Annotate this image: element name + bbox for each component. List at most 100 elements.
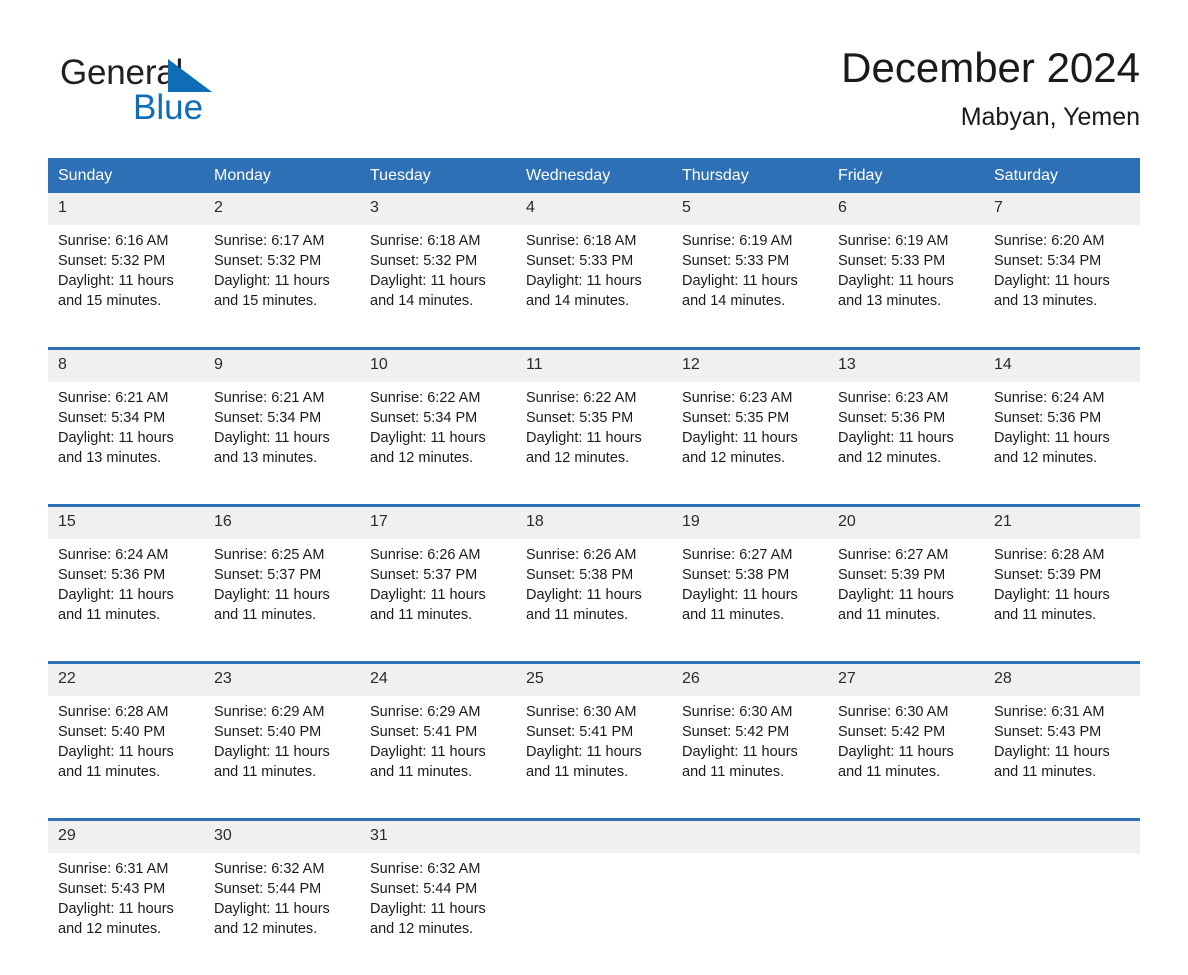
- day-number[interactable]: 11: [516, 349, 672, 383]
- day-number[interactable]: 26: [672, 663, 828, 697]
- day-cell: Sunrise: 6:28 AM Sunset: 5:39 PM Dayligh…: [984, 539, 1140, 663]
- day-number[interactable]: 9: [204, 349, 360, 383]
- day-number-empty: [984, 820, 1140, 854]
- daylight-text-line2: and 11 minutes.: [526, 605, 664, 625]
- day-cell: Sunrise: 6:19 AM Sunset: 5:33 PM Dayligh…: [828, 225, 984, 349]
- day-number-empty: [672, 820, 828, 854]
- week-row: 15 16 17 18 19 20 21 Sunrise: 6:24 AM Su…: [48, 506, 1140, 663]
- sunset-text: Sunset: 5:43 PM: [994, 722, 1132, 742]
- sunrise-text: Sunrise: 6:31 AM: [58, 859, 196, 879]
- sunrise-text: Sunrise: 6:29 AM: [370, 702, 508, 722]
- day-cell: Sunrise: 6:17 AM Sunset: 5:32 PM Dayligh…: [204, 225, 360, 349]
- sunrise-text: Sunrise: 6:23 AM: [838, 388, 976, 408]
- weekday-header-tuesday: Tuesday: [360, 158, 516, 193]
- day-number[interactable]: 10: [360, 349, 516, 383]
- day-number[interactable]: 22: [48, 663, 204, 697]
- day-cell-empty: [984, 853, 1140, 975]
- day-number[interactable]: 12: [672, 349, 828, 383]
- day-cell: Sunrise: 6:26 AM Sunset: 5:38 PM Dayligh…: [516, 539, 672, 663]
- daylight-text-line2: and 15 minutes.: [214, 291, 352, 311]
- sunset-text: Sunset: 5:36 PM: [838, 408, 976, 428]
- day-cell: Sunrise: 6:24 AM Sunset: 5:36 PM Dayligh…: [48, 539, 204, 663]
- sunrise-text: Sunrise: 6:28 AM: [58, 702, 196, 722]
- daylight-text-line2: and 13 minutes.: [838, 291, 976, 311]
- daylight-text-line2: and 11 minutes.: [994, 762, 1132, 782]
- day-number[interactable]: 7: [984, 193, 1140, 225]
- daylight-text-line1: Daylight: 11 hours: [526, 742, 664, 762]
- sunset-text: Sunset: 5:38 PM: [526, 565, 664, 585]
- day-cell: Sunrise: 6:27 AM Sunset: 5:39 PM Dayligh…: [828, 539, 984, 663]
- week-2-date-row: 8 9 10 11 12 13 14: [48, 349, 1140, 383]
- sunset-text: Sunset: 5:36 PM: [994, 408, 1132, 428]
- day-number[interactable]: 28: [984, 663, 1140, 697]
- day-number[interactable]: 20: [828, 506, 984, 540]
- day-number[interactable]: 15: [48, 506, 204, 540]
- sunrise-text: Sunrise: 6:26 AM: [370, 545, 508, 565]
- weekday-header-wednesday: Wednesday: [516, 158, 672, 193]
- day-cell: Sunrise: 6:27 AM Sunset: 5:38 PM Dayligh…: [672, 539, 828, 663]
- day-number[interactable]: 3: [360, 193, 516, 225]
- daylight-text-line2: and 12 minutes.: [994, 448, 1132, 468]
- day-number[interactable]: 18: [516, 506, 672, 540]
- day-number[interactable]: 13: [828, 349, 984, 383]
- sunrise-text: Sunrise: 6:17 AM: [214, 231, 352, 251]
- day-number[interactable]: 25: [516, 663, 672, 697]
- daylight-text-line2: and 14 minutes.: [682, 291, 820, 311]
- day-number[interactable]: 1: [48, 193, 204, 225]
- sunrise-text: Sunrise: 6:22 AM: [526, 388, 664, 408]
- month-calendar: Sunday Monday Tuesday Wednesday Thursday…: [48, 158, 1140, 975]
- day-cell: Sunrise: 6:23 AM Sunset: 5:36 PM Dayligh…: [828, 382, 984, 506]
- weekday-header-row: Sunday Monday Tuesday Wednesday Thursday…: [48, 158, 1140, 193]
- day-number[interactable]: 29: [48, 820, 204, 854]
- sunrise-text: Sunrise: 6:29 AM: [214, 702, 352, 722]
- daylight-text-line2: and 12 minutes.: [370, 448, 508, 468]
- daylight-text-line1: Daylight: 11 hours: [214, 271, 352, 291]
- daylight-text-line1: Daylight: 11 hours: [838, 742, 976, 762]
- sunset-text: Sunset: 5:42 PM: [682, 722, 820, 742]
- daylight-text-line2: and 11 minutes.: [214, 605, 352, 625]
- day-number[interactable]: 17: [360, 506, 516, 540]
- day-cell: Sunrise: 6:18 AM Sunset: 5:33 PM Dayligh…: [516, 225, 672, 349]
- sunrise-text: Sunrise: 6:20 AM: [994, 231, 1132, 251]
- day-number[interactable]: 24: [360, 663, 516, 697]
- daylight-text-line2: and 11 minutes.: [682, 762, 820, 782]
- sunrise-text: Sunrise: 6:25 AM: [214, 545, 352, 565]
- generalblue-logo: General Blue: [60, 52, 360, 132]
- day-number[interactable]: 6: [828, 193, 984, 225]
- day-cell: Sunrise: 6:30 AM Sunset: 5:42 PM Dayligh…: [672, 696, 828, 820]
- day-number[interactable]: 5: [672, 193, 828, 225]
- day-number[interactable]: 14: [984, 349, 1140, 383]
- day-number[interactable]: 23: [204, 663, 360, 697]
- daylight-text-line2: and 13 minutes.: [58, 448, 196, 468]
- day-number[interactable]: 27: [828, 663, 984, 697]
- sunrise-text: Sunrise: 6:30 AM: [526, 702, 664, 722]
- week-row: 22 23 24 25 26 27 28 Sunrise: 6:28 AM Su…: [48, 663, 1140, 820]
- day-number[interactable]: 8: [48, 349, 204, 383]
- day-number[interactable]: 21: [984, 506, 1140, 540]
- day-number[interactable]: 16: [204, 506, 360, 540]
- day-number[interactable]: 2: [204, 193, 360, 225]
- sunrise-text: Sunrise: 6:18 AM: [526, 231, 664, 251]
- sunset-text: Sunset: 5:38 PM: [682, 565, 820, 585]
- weekday-header-friday: Friday: [828, 158, 984, 193]
- sunset-text: Sunset: 5:33 PM: [682, 251, 820, 271]
- day-number[interactable]: 31: [360, 820, 516, 854]
- sunrise-text: Sunrise: 6:30 AM: [682, 702, 820, 722]
- sunrise-text: Sunrise: 6:24 AM: [58, 545, 196, 565]
- daylight-text-line1: Daylight: 11 hours: [58, 428, 196, 448]
- day-number[interactable]: 19: [672, 506, 828, 540]
- sunset-text: Sunset: 5:40 PM: [214, 722, 352, 742]
- sunset-text: Sunset: 5:39 PM: [838, 565, 976, 585]
- week-1-info-row: Sunrise: 6:16 AM Sunset: 5:32 PM Dayligh…: [48, 225, 1140, 349]
- day-number[interactable]: 4: [516, 193, 672, 225]
- week-3-date-row: 15 16 17 18 19 20 21: [48, 506, 1140, 540]
- week-5-date-row: 29 30 31: [48, 820, 1140, 854]
- daylight-text-line2: and 12 minutes.: [526, 448, 664, 468]
- daylight-text-line1: Daylight: 11 hours: [370, 428, 508, 448]
- daylight-text-line1: Daylight: 11 hours: [214, 899, 352, 919]
- sunset-text: Sunset: 5:37 PM: [214, 565, 352, 585]
- title-block: December 2024 Mabyan, Yemen: [841, 40, 1140, 134]
- sunrise-text: Sunrise: 6:22 AM: [370, 388, 508, 408]
- day-number[interactable]: 30: [204, 820, 360, 854]
- sunrise-text: Sunrise: 6:24 AM: [994, 388, 1132, 408]
